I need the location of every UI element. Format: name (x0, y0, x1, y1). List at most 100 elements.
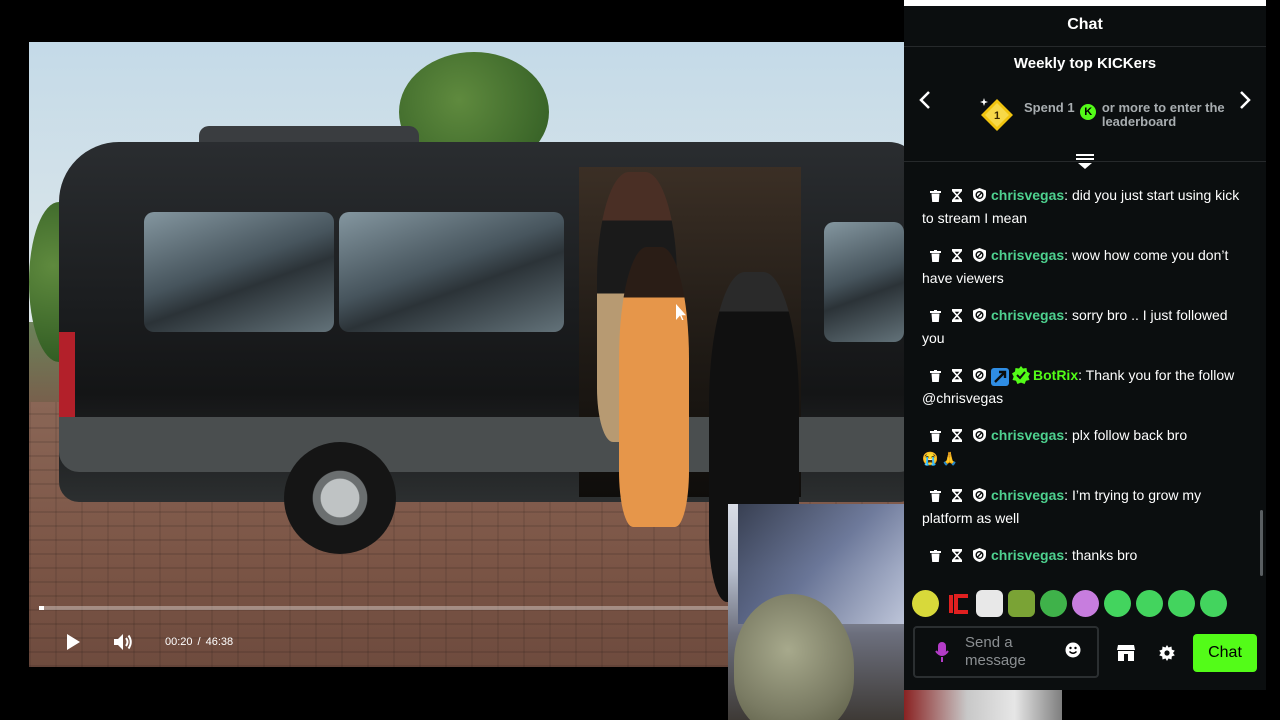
chat-message: chrisvegas: sorry bro .. I just followed… (904, 296, 1260, 356)
ban-user-button[interactable] (972, 428, 986, 445)
chat-scrollbar[interactable] (1260, 510, 1263, 576)
timeout-icon (951, 306, 963, 329)
chat-panel: Chat Weekly top KICKers 1 Spend 1 K or m… (904, 0, 1266, 690)
chat-message: chrisvegas: wow how come you don’t have … (904, 236, 1260, 296)
chat-username[interactable]: chrisvegas (991, 247, 1064, 263)
collapse-leaderboard-button[interactable] (1074, 153, 1096, 171)
duration: 46:38 (205, 636, 234, 648)
chat-username[interactable]: BotRix (1033, 367, 1078, 383)
ban-user-button[interactable] (972, 308, 986, 325)
chat-message: BotRix: Thank you for the follow @chrisv… (904, 356, 1260, 416)
timeout-user-button[interactable] (950, 249, 964, 265)
timeout-user-button[interactable] (950, 189, 964, 205)
emote-button[interactable] (944, 590, 971, 617)
timeout-icon (951, 426, 963, 449)
chat-username[interactable]: chrisvegas (991, 307, 1064, 323)
emote-button[interactable] (1040, 590, 1067, 617)
emote-button[interactable] (1168, 590, 1195, 617)
ban-icon (972, 306, 986, 329)
timeout-icon (951, 546, 963, 569)
divider (904, 161, 1266, 162)
send-chat-button[interactable]: Chat (1193, 634, 1257, 672)
trash-icon (929, 426, 941, 449)
emote-picker-button[interactable] (1065, 642, 1081, 663)
leaderboard-title: Weekly top KICKers (1013, 55, 1157, 72)
delete-message-button[interactable] (928, 310, 942, 325)
ban-user-button[interactable] (972, 248, 986, 265)
chat-message-emojis: 😭 🙏 (922, 451, 958, 466)
mic-icon (935, 642, 949, 662)
smiley-icon (1065, 642, 1081, 657)
moderation-actions (922, 248, 986, 265)
play-icon (67, 634, 80, 650)
kick-coin-icon: K (1080, 104, 1097, 120)
webcam-edge-strip (904, 690, 1062, 720)
ban-user-button[interactable] (972, 488, 986, 505)
trash-icon (929, 246, 941, 269)
moderation-actions (922, 488, 986, 505)
timeout-user-button[interactable] (950, 489, 964, 505)
timeout-icon (951, 246, 963, 269)
volume-button[interactable] (103, 622, 143, 662)
chat-username[interactable]: chrisvegas (991, 187, 1064, 203)
delete-message-button[interactable] (928, 430, 942, 445)
delete-message-button[interactable] (928, 250, 942, 265)
trash-icon (929, 306, 941, 329)
delete-message-button[interactable] (928, 490, 942, 505)
emote-button[interactable] (1104, 590, 1131, 617)
ban-user-button[interactable] (972, 188, 986, 205)
chat-input-placeholder[interactable]: Send a message (965, 634, 1055, 670)
delete-message-button[interactable] (928, 190, 942, 205)
chat-message-text: : thanks bro (1064, 547, 1138, 563)
timeout-user-button[interactable] (950, 369, 964, 385)
emote-button[interactable] (912, 590, 939, 617)
video-frame-taillight (59, 332, 75, 417)
chat-input[interactable]: Send a message (913, 626, 1099, 678)
chat-username[interactable]: chrisvegas (991, 427, 1064, 443)
video-frame-van-window (824, 222, 904, 342)
emote-button[interactable] (1072, 590, 1099, 617)
emote-button[interactable] (1136, 590, 1163, 617)
timeout-icon (951, 186, 963, 209)
voice-input-button[interactable] (931, 641, 953, 663)
ban-icon (972, 246, 986, 269)
play-button[interactable] (53, 622, 93, 662)
emote-button[interactable] (1008, 590, 1035, 617)
ban-icon (972, 366, 986, 389)
emote-button[interactable] (1200, 590, 1227, 617)
ban-user-button[interactable] (972, 548, 986, 565)
timeout-user-button[interactable] (950, 549, 964, 565)
leaderboard-text: Spend 1 K or more to enter the leaderboa… (1024, 101, 1252, 129)
emote-button[interactable] (976, 590, 1003, 617)
delete-message-button[interactable] (928, 550, 942, 565)
ban-icon (972, 486, 986, 509)
moderation-actions (922, 548, 986, 565)
chat-top-border (904, 0, 1266, 6)
timeout-user-button[interactable] (950, 429, 964, 445)
divider (904, 46, 1266, 47)
video-frame-van-window (339, 212, 564, 332)
chat-messages[interactable]: chrisvegas: did you just start using kic… (904, 176, 1260, 581)
moderation-actions (922, 428, 986, 445)
chat-username[interactable]: chrisvegas (991, 487, 1064, 503)
ban-icon (972, 546, 986, 569)
chat-username[interactable]: chrisvegas (991, 547, 1064, 563)
chevron-left-icon (919, 91, 930, 109)
timeout-user-button[interactable] (950, 309, 964, 325)
progress-bar[interactable] (39, 606, 729, 610)
leaderboard-rank-diamond-icon: 1 (978, 96, 1016, 134)
trash-icon (929, 486, 941, 509)
chat-message-text: : plx follow back bro (1064, 427, 1188, 443)
ban-user-button[interactable] (972, 368, 986, 385)
leaderboard-info: 1 Spend 1 K or more to enter the leaderb… (978, 96, 1252, 134)
ban-icon (972, 186, 986, 209)
chat-message: chrisvegas: did you just start using kic… (904, 176, 1260, 236)
progress-fill (39, 606, 44, 610)
time-separator: / (197, 636, 201, 648)
trash-icon (929, 186, 941, 209)
leaderboard-prev-button[interactable] (911, 86, 939, 114)
video-controls: 00:20 / 46:38 (29, 622, 729, 662)
settings-button[interactable] (1154, 640, 1180, 666)
delete-message-button[interactable] (928, 370, 942, 385)
store-button[interactable] (1113, 640, 1139, 666)
